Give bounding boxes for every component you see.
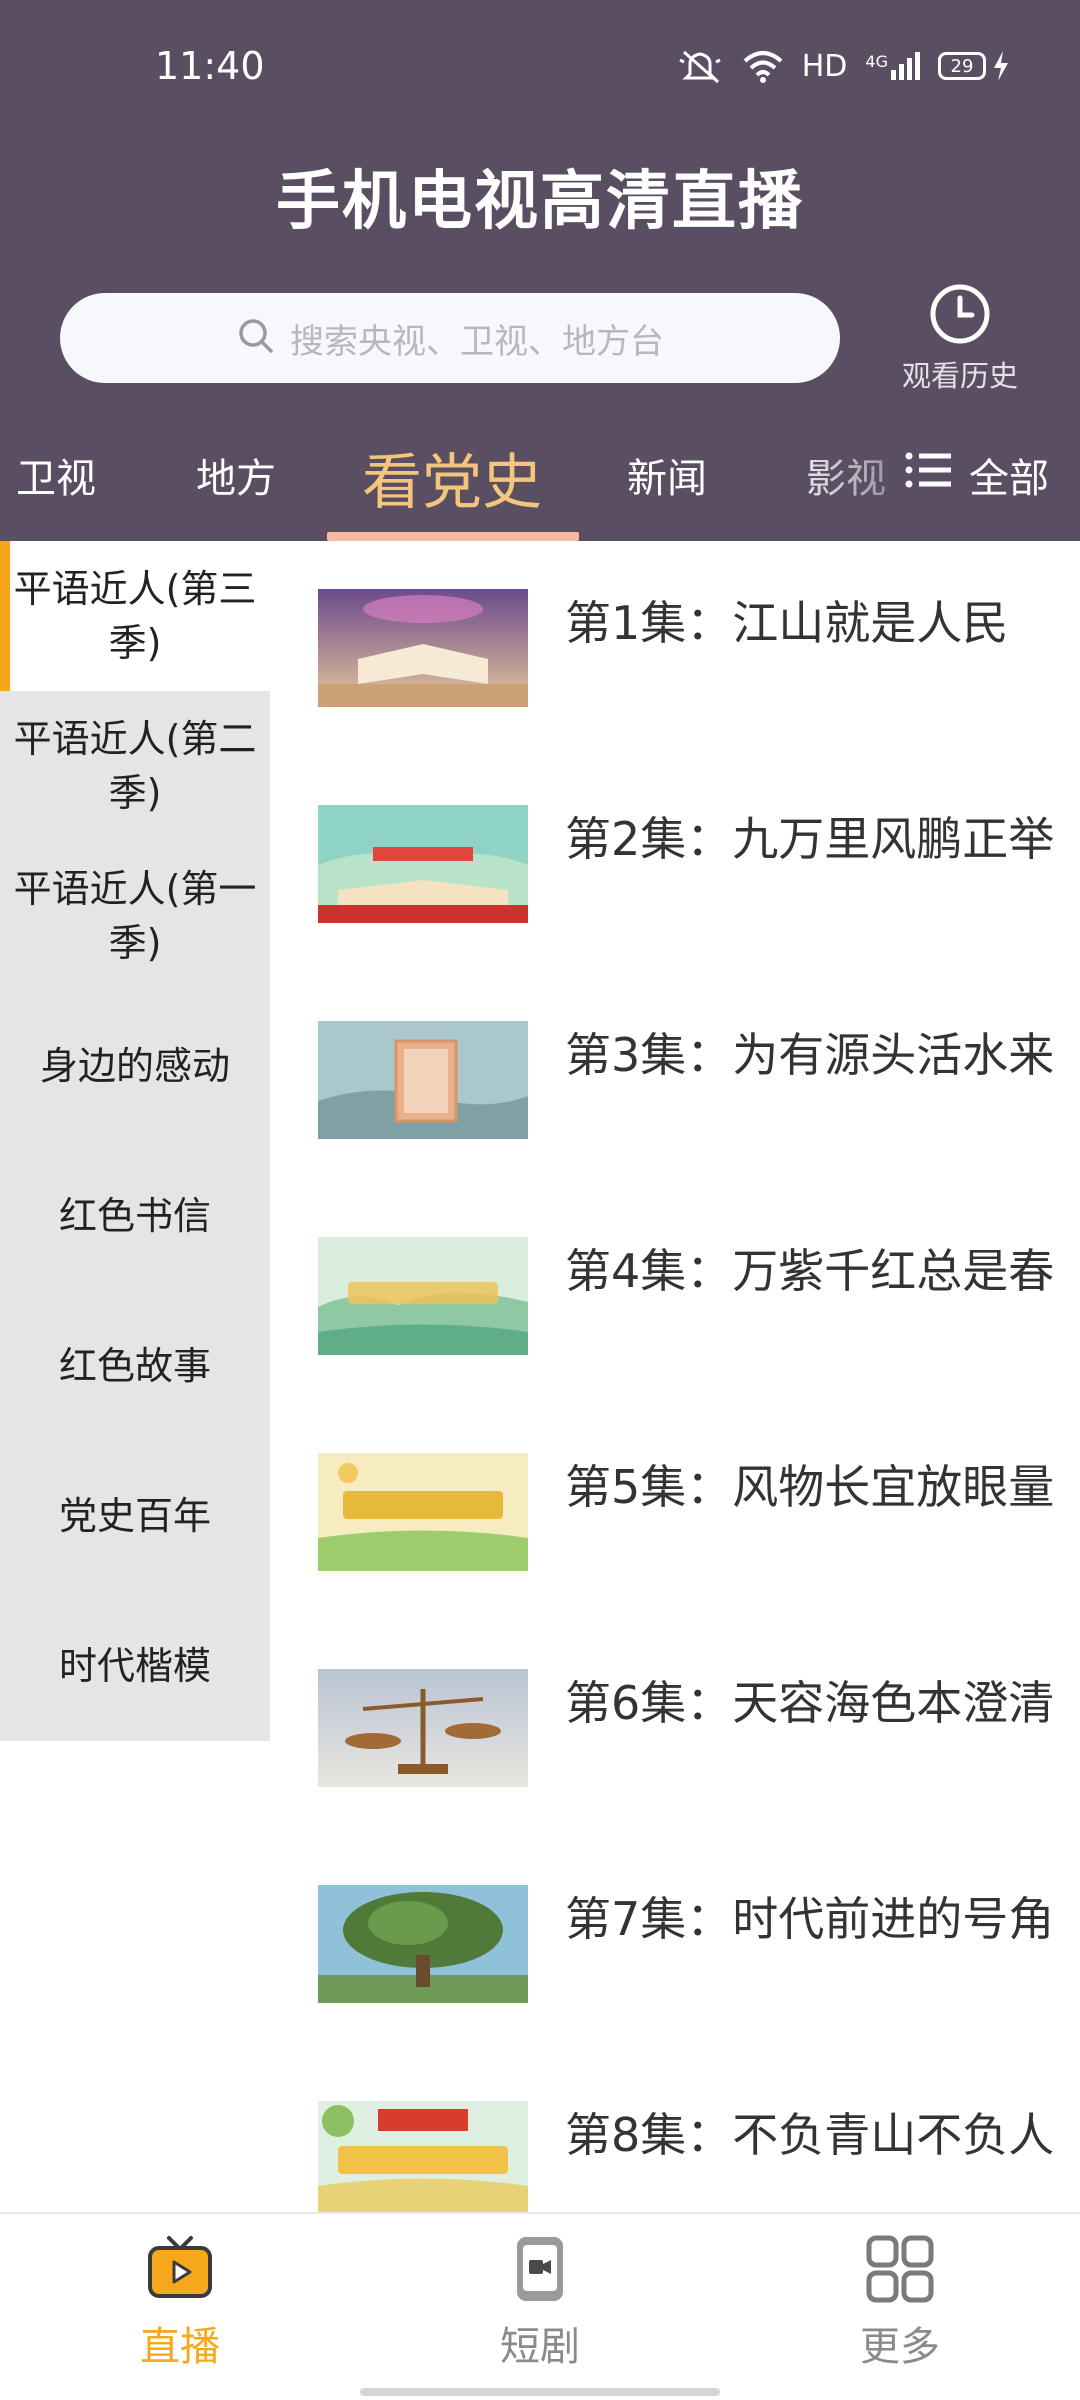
sidebar-item-label: 平语近人(第一季) [13, 867, 257, 965]
clock-icon [929, 284, 991, 349]
sidebar-item-party-centenary[interactable]: 党史百年 [0, 1441, 270, 1591]
episode-title: 第1集：江山就是人民 [565, 596, 1009, 650]
episode-thumbnail [318, 1885, 528, 2003]
all-categories-button[interactable]: 全部 [905, 446, 1049, 504]
list-item[interactable]: 第8集：不负青山不负人 [318, 2054, 1058, 2212]
list-icon [905, 450, 953, 500]
active-tab-indicator [327, 532, 579, 541]
list-item[interactable]: 第3集：为有源头活水来 [318, 974, 1058, 1139]
sidebar-item-red-letters[interactable]: 红色书信 [0, 1141, 270, 1291]
episode-title: 第3集：为有源头活水来 [565, 1028, 1055, 1082]
search-input[interactable]: 搜索央视、卫视、地方台 [60, 293, 840, 383]
episode-thumbnail [318, 805, 528, 923]
signal-icon: 4G [865, 52, 920, 80]
tab-news[interactable]: 新闻 [627, 446, 707, 504]
sidebar-item-pingyu-1[interactable]: 平语近人(第一季) [0, 841, 270, 991]
mute-icon [678, 48, 724, 84]
episode-thumbnail [318, 2101, 528, 2212]
episode-title: 第4集：万紫千红总是春 [565, 1244, 1055, 1298]
nav-more-label: 更多 [860, 2324, 940, 2370]
sidebar-item-pingyu-2[interactable]: 平语近人(第二季) [0, 691, 270, 841]
sidebar-item-label: 平语近人(第三季) [13, 567, 257, 665]
sidebar-item-label: 党史百年 [58, 1494, 211, 1538]
episode-title: 第8集：不负青山不负人 [565, 2108, 1055, 2162]
list-item[interactable]: 第2集：九万里风鹏正举 [318, 758, 1058, 923]
episode-thumbnail [318, 1669, 528, 1787]
sidebar-item-label: 身边的感动 [39, 1044, 230, 1088]
list-item[interactable]: 第4集：万紫千红总是春 [318, 1190, 1058, 1355]
search-placeholder: 搜索央视、卫视、地方台 [290, 321, 664, 362]
phone-video-icon [505, 2237, 575, 2308]
search-icon [236, 316, 290, 360]
network-label: HD [801, 48, 848, 84]
sidebar-item-touching[interactable]: 身边的感动 [0, 991, 270, 1141]
sidebar-item-red-stories[interactable]: 红色故事 [0, 1291, 270, 1441]
episode-title: 第7集：时代前进的号角 [565, 1892, 1055, 1946]
episode-thumbnail [318, 589, 528, 707]
list-item[interactable]: 第1集：江山就是人民 [318, 542, 1058, 707]
bottom-nav: 直播 短剧 更多 [0, 2212, 1080, 2400]
sidebar-item-label: 红色故事 [58, 1344, 211, 1388]
wifi-icon [742, 49, 784, 83]
list-item[interactable]: 第6集：天容海色本澄清 [318, 1622, 1058, 1787]
nav-more[interactable]: 更多 [810, 2234, 990, 2372]
nav-short-drama[interactable]: 短剧 [450, 2234, 630, 2372]
episode-thumbnail [318, 1021, 528, 1139]
nav-short-drama-label: 短剧 [500, 2324, 580, 2370]
list-item[interactable]: 第7集：时代前进的号角 [318, 1838, 1058, 2003]
battery-level: 29 [938, 52, 986, 80]
battery-icon: 29 [938, 51, 1010, 81]
sidebar-item-label: 平语近人(第二季) [13, 717, 257, 815]
episode-title: 第5集：风物长宜放眼量 [565, 1460, 1055, 1514]
tv-icon [145, 2236, 215, 2308]
history-label: 观看历史 [901, 359, 1018, 393]
tab-satellite[interactable]: 卫视 [16, 446, 96, 504]
home-indicator[interactable] [360, 2388, 720, 2396]
episode-thumbnail [318, 1237, 528, 1355]
grid-icon [865, 2235, 935, 2308]
tab-local[interactable]: 地方 [196, 446, 276, 504]
history-button[interactable]: 观看历史 [880, 283, 1040, 395]
sidebar-item-label: 红色书信 [58, 1194, 211, 1238]
nav-live[interactable]: 直播 [90, 2234, 270, 2372]
sidebar-item-pingyu-3[interactable]: 平语近人(第三季) [0, 541, 270, 691]
status-icons: HD 4G 29 [678, 48, 1010, 84]
episode-thumbnail [318, 1453, 528, 1571]
list-item[interactable]: 第5集：风物长宜放眼量 [318, 1406, 1058, 1571]
sidebar-item-label: 时代楷模 [58, 1644, 211, 1688]
tab-party-history[interactable]: 看党史 [362, 434, 542, 521]
category-tabs: 卫视 地方 看党史 新闻 影视 全部 [0, 420, 1080, 541]
status-bar: 11:40 HD 4G 29 [0, 0, 1080, 120]
header: 11:40 HD 4G 29 手机电视高清直播 搜索央视、卫视、地方台 观看历史… [0, 0, 1080, 541]
nav-live-label: 直播 [140, 2324, 220, 2370]
app-title: 手机电视高清直播 [276, 165, 804, 239]
episode-title: 第2集：九万里风鹏正举 [565, 812, 1055, 866]
status-time: 11:40 [155, 44, 265, 88]
episode-title: 第6集：天容海色本澄清 [565, 1676, 1055, 1730]
sidebar: 平语近人(第三季) 平语近人(第二季) 平语近人(第一季) 身边的感动 红色书信… [0, 541, 270, 1741]
sidebar-active-indicator [0, 541, 10, 691]
sidebar-item-role-models[interactable]: 时代楷模 [0, 1591, 270, 1741]
all-categories-label: 全部 [969, 456, 1049, 502]
